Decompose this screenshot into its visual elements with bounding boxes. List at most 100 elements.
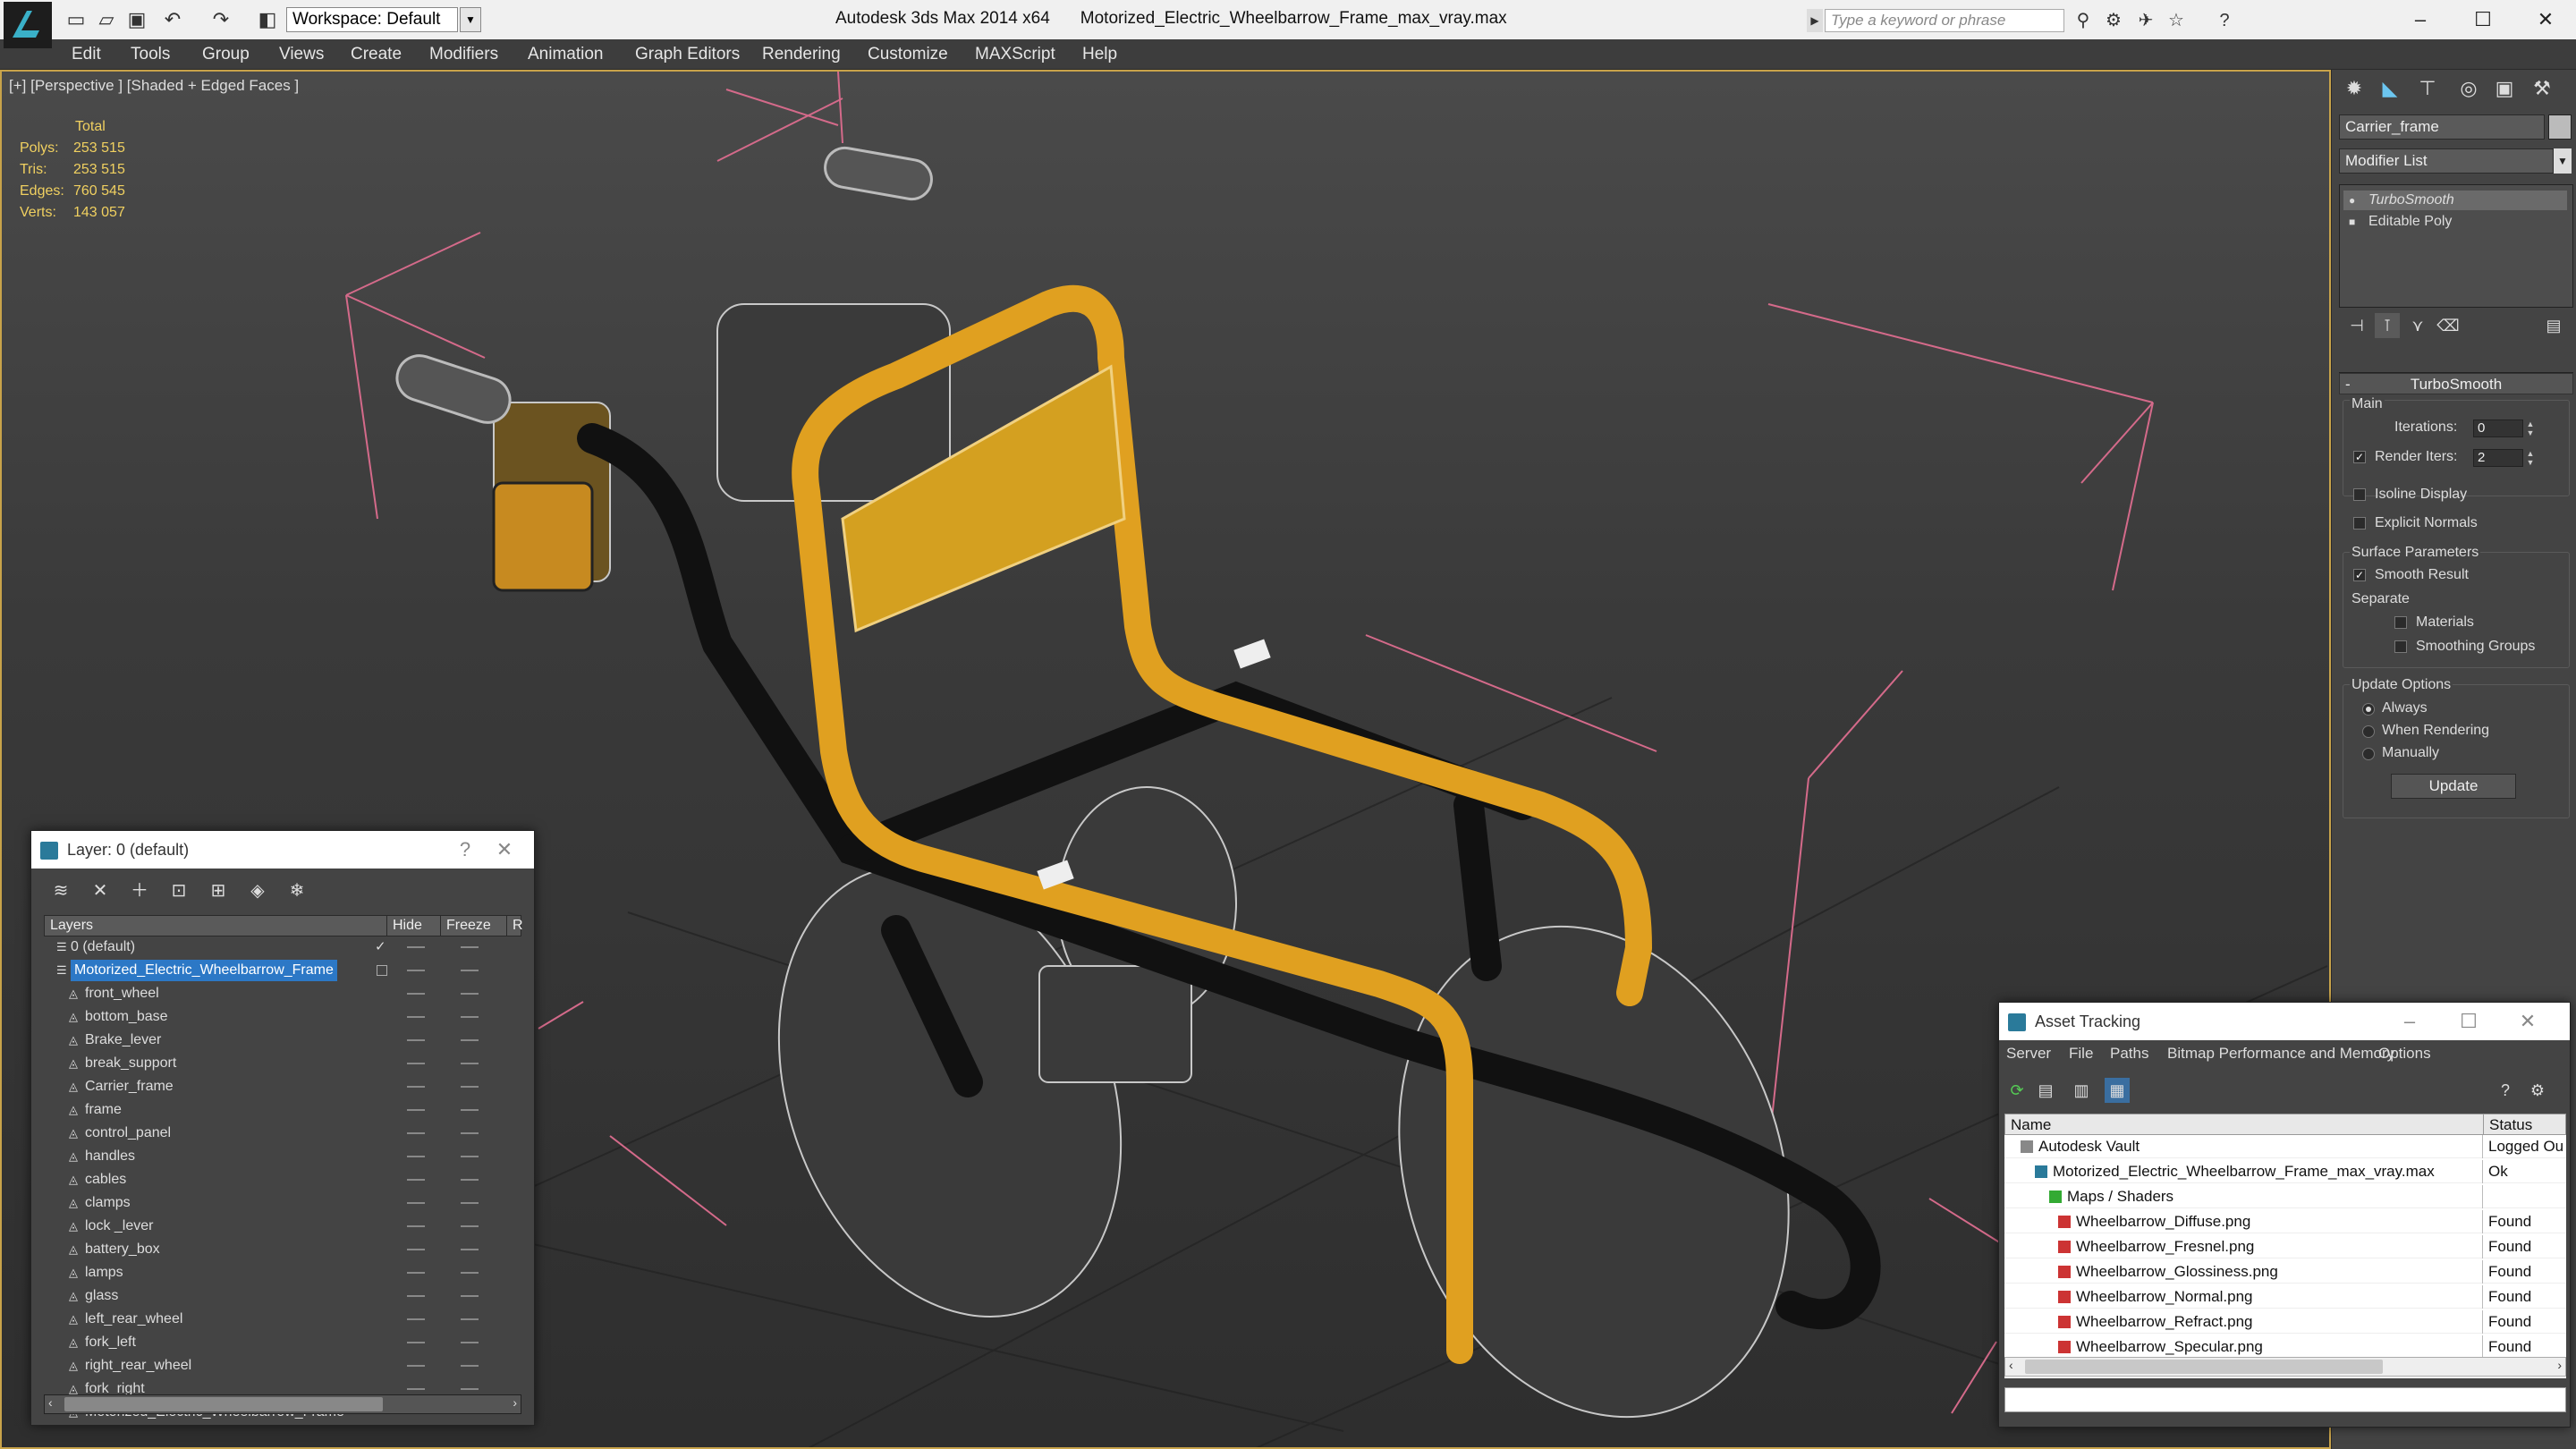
layer-row[interactable]: ◬ break_support <box>44 1053 521 1074</box>
asset-row[interactable]: Autodesk Vault Logged Ou <box>2004 1135 2566 1158</box>
manually-radio[interactable] <box>2362 748 2375 760</box>
layer-row[interactable]: ◬ handles <box>44 1146 521 1167</box>
favorites-icon[interactable]: ☆ <box>2165 9 2188 32</box>
freeze-toggle[interactable] <box>461 1295 479 1297</box>
layer-row[interactable]: ◬ lock _lever <box>44 1216 521 1237</box>
display-tab-icon[interactable]: ▣ <box>2489 73 2520 104</box>
subscription-icon[interactable]: ⚙ <box>2102 9 2125 32</box>
make-unique-icon[interactable]: ⋎ <box>2405 313 2430 338</box>
menu-help[interactable]: Help <box>1082 39 1117 70</box>
hide-toggle[interactable] <box>407 1179 425 1181</box>
freeze-toggle[interactable] <box>461 1109 479 1111</box>
hide-toggle[interactable] <box>407 1318 425 1320</box>
smooth-result-checkbox[interactable]: ✓ <box>2353 569 2366 581</box>
hide-toggle[interactable] <box>407 1388 425 1390</box>
app-logo-icon[interactable] <box>4 2 52 48</box>
close-icon[interactable]: ✕ <box>493 838 516 861</box>
modify-tab-icon[interactable]: ◣ <box>2375 73 2405 104</box>
lightbulb-icon[interactable]: ● <box>2349 194 2361 207</box>
show-end-result-icon[interactable]: ⊺ <box>2375 313 2400 338</box>
list-view-icon[interactable]: ▤ <box>2033 1078 2058 1103</box>
hide-toggle[interactable] <box>407 1272 425 1274</box>
remove-modifier-icon[interactable]: ⌫ <box>2436 313 2461 338</box>
motion-tab-icon[interactable]: ◎ <box>2453 73 2484 104</box>
help-icon[interactable]: ? <box>453 838 477 861</box>
expand-icon[interactable]: ■ <box>2349 216 2361 228</box>
utilities-tab-icon[interactable]: ⚒ <box>2527 73 2557 104</box>
freeze-toggle[interactable] <box>461 1249 479 1250</box>
workspace-select[interactable]: Workspace: Default <box>286 7 458 32</box>
current-layer-check-icon[interactable]: ✓ <box>375 936 386 958</box>
asset-tracking-titlebar[interactable]: Asset Tracking <box>1999 1003 2570 1040</box>
freeze-toggle[interactable] <box>461 970 479 971</box>
hide-toggle[interactable] <box>407 1342 425 1343</box>
hide-toggle[interactable] <box>407 1063 425 1064</box>
pin-stack-icon[interactable]: ⊣ <box>2344 313 2369 338</box>
hide-toggle[interactable] <box>407 946 425 948</box>
chevron-down-icon[interactable]: ▼ <box>2554 148 2572 174</box>
scroll-left-icon[interactable]: ‹ <box>2009 1358 2013 1372</box>
hide-toggle[interactable] <box>407 1156 425 1157</box>
refresh-icon[interactable]: ⟳ <box>2004 1078 2029 1103</box>
render-iters-spinner[interactable]: 2 <box>2473 449 2523 467</box>
hide-toggle[interactable] <box>407 1016 425 1018</box>
hide-toggle[interactable] <box>407 1365 425 1367</box>
add-to-layer-icon[interactable]: ＋ <box>126 877 153 904</box>
hide-toggle[interactable] <box>407 1086 425 1088</box>
freeze-toggle[interactable] <box>461 1272 479 1274</box>
hide-toggle[interactable] <box>407 970 425 971</box>
menu-animation[interactable]: Animation <box>528 39 604 70</box>
stack-item-editable-poly[interactable]: ■ Editable Poly <box>2343 212 2567 232</box>
layer-row[interactable]: ◬ frame <box>44 1099 521 1121</box>
workspace-dropdown-icon[interactable]: ▼ <box>460 7 481 32</box>
menu-create[interactable]: Create <box>351 39 402 70</box>
asset-row[interactable]: Wheelbarrow_Specular.png Found <box>2004 1335 2566 1359</box>
maximize-button[interactable]: ☐ <box>2456 4 2510 36</box>
hide-toggle[interactable] <box>407 1039 425 1041</box>
freeze-toggle[interactable] <box>461 1388 479 1390</box>
settings-icon[interactable]: ⚙ <box>2525 1078 2550 1103</box>
hide-toggle[interactable] <box>407 1109 425 1111</box>
freeze-toggle[interactable] <box>461 1225 479 1227</box>
asset-row[interactable]: Maps / Shaders <box>2004 1185 2566 1208</box>
hierarchy-tab-icon[interactable]: ⊤ <box>2412 73 2443 104</box>
column-layers[interactable]: Layers <box>50 916 93 936</box>
search-expand-icon[interactable]: ▶ <box>1807 9 1823 32</box>
materials-checkbox[interactable] <box>2394 616 2407 629</box>
explicit-normals-checkbox[interactable] <box>2353 517 2366 530</box>
grid-view-icon[interactable]: ▦ <box>2105 1078 2130 1103</box>
freeze-toggle[interactable] <box>461 1342 479 1343</box>
scroll-right-icon[interactable]: › <box>2557 1358 2562 1372</box>
minimize-icon[interactable]: – <box>2398 1010 2421 1033</box>
freeze-toggle[interactable] <box>461 1318 479 1320</box>
freeze-toggle[interactable] <box>461 1179 479 1181</box>
menu-views[interactable]: Views <box>279 39 324 70</box>
delete-layer-icon[interactable]: ✕ <box>87 877 114 904</box>
hide-toggle[interactable] <box>407 1249 425 1250</box>
object-color-swatch[interactable] <box>2548 114 2572 140</box>
menu-maxscript[interactable]: MAXScript <box>975 39 1055 70</box>
save-icon[interactable]: ▣ <box>123 7 150 32</box>
menu-group[interactable]: Group <box>202 39 250 70</box>
menu-customize[interactable]: Customize <box>868 39 948 70</box>
asset-path-field[interactable] <box>2004 1387 2566 1412</box>
project-icon[interactable]: ◧ <box>254 7 281 32</box>
column-name[interactable]: Name <box>2011 1114 2051 1136</box>
asset-row[interactable]: Wheelbarrow_Fresnel.png Found <box>2004 1235 2566 1258</box>
scrollbar-thumb[interactable] <box>2025 1360 2383 1374</box>
freeze-toggle[interactable] <box>461 1156 479 1157</box>
modifier-list-dropdown[interactable]: Modifier List <box>2339 148 2554 174</box>
maximize-icon[interactable]: ☐ <box>2457 1010 2480 1033</box>
freeze-toggle[interactable] <box>461 1086 479 1088</box>
column-status[interactable]: Status <box>2483 1114 2532 1136</box>
spinner-arrows-icon[interactable]: ▲ ▼ <box>2525 449 2536 467</box>
menu-server[interactable]: Server <box>2006 1045 2051 1063</box>
help-icon[interactable]: ? <box>2493 1078 2518 1103</box>
menu-bitmap-performance[interactable]: Bitmap Performance and Memory <box>2167 1045 2394 1063</box>
hide-toggle[interactable] <box>407 1132 425 1134</box>
select-objects-icon[interactable]: ⊡ <box>165 877 192 904</box>
freeze-toggle[interactable] <box>461 1063 479 1064</box>
help-icon[interactable]: ? <box>2213 9 2236 32</box>
spinner-arrows-icon[interactable]: ▲ ▼ <box>2525 419 2536 437</box>
menu-paths[interactable]: Paths <box>2110 1045 2148 1063</box>
